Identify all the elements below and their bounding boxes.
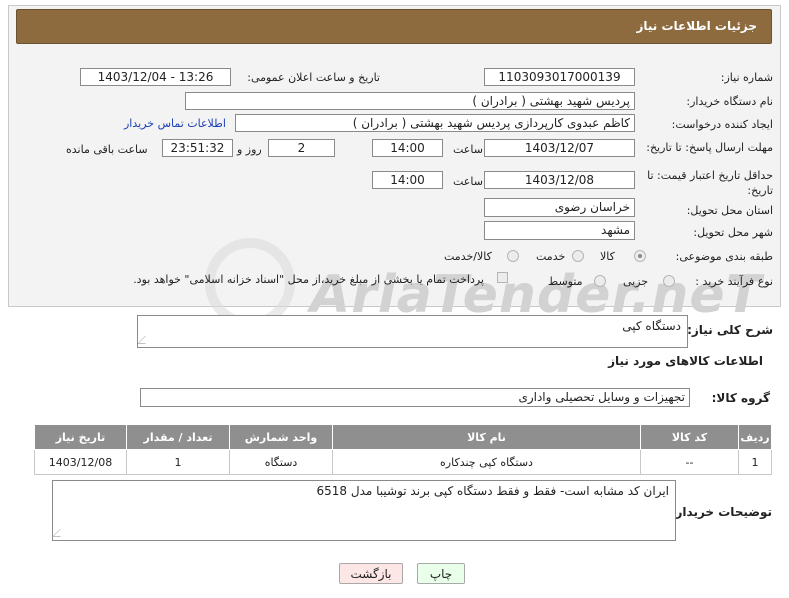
reply-time-field[interactable]: 14:00	[372, 139, 443, 157]
buyer-contact-link[interactable]: اطلاعات تماس خریدار	[124, 117, 226, 130]
province-label: استان محل تحویل:	[686, 204, 773, 217]
goods-group-field[interactable]: تجهیزات و وسایل تحصیلی واداری	[140, 388, 690, 407]
reply-deadline-label: مهلت ارسال پاسخ: تا تاریخ:	[646, 141, 773, 154]
buyer-org-label: نام دستگاه خریدار:	[686, 95, 773, 108]
purchase-type-medium-radio[interactable]	[594, 275, 606, 287]
page-title: جزئیات اطلاعات نیاز	[636, 19, 757, 33]
table-header-row: ردیف کد کالا نام کالا واحد شمارش تعداد /…	[34, 424, 772, 450]
cell-unit: دستگاه	[229, 449, 333, 475]
province-field[interactable]: خراسان رضوی	[484, 198, 635, 217]
purchase-type-medium-label: متوسط	[548, 275, 583, 288]
resize-grip-icon[interactable]	[137, 336, 153, 344]
category-service-label: خدمت	[536, 250, 566, 263]
announce-datetime-label: تاریخ و ساعت اعلان عمومی:	[247, 71, 380, 84]
purchase-type-minor-radio[interactable]	[663, 275, 675, 287]
requester-label: ایجاد کننده درخواست:	[671, 118, 773, 131]
buyer-org-field[interactable]: پردیس شهید بهشتی ( برادران )	[185, 92, 635, 110]
city-field[interactable]: مشهد	[484, 221, 635, 240]
print-button[interactable]: چاپ	[417, 563, 465, 584]
category-goods-service-radio[interactable]	[507, 250, 519, 262]
price-validity-label: حداقل تاریخ اعتبار قیمت: تا تاریخ:	[647, 169, 773, 197]
reply-date-field[interactable]: 1403/12/07	[484, 139, 635, 157]
goods-group-label: گروه کالا:	[711, 391, 770, 405]
summary-text: دستگاه کپی	[622, 319, 681, 333]
price-validity-date-field[interactable]: 1403/12/08	[484, 171, 635, 189]
resize-grip-icon[interactable]	[52, 529, 68, 537]
back-button[interactable]: بازگشت	[339, 563, 403, 584]
purchase-type-label: نوع فرآیند خرید :	[695, 275, 773, 288]
category-service-radio[interactable]	[572, 250, 584, 262]
need-number-label: شماره نیاز:	[720, 71, 773, 84]
cell-quantity: 1	[126, 449, 230, 475]
col-need-date: تاریخ نیاز	[34, 424, 127, 450]
remaining-time-label: ساعت باقی مانده	[66, 143, 148, 156]
category-goods-service-label: کالا/خدمت	[444, 250, 492, 263]
col-goods-name: نام کالا	[332, 424, 641, 450]
buyer-notes-textarea[interactable]: ایران کد مشابه است- فقط و فقط دستگاه کپی…	[52, 480, 676, 541]
summary-label: شرح کلی نیاز:	[687, 323, 773, 337]
reply-time-label: ساعت	[453, 143, 483, 156]
category-goods-radio[interactable]	[634, 250, 646, 262]
summary-textarea[interactable]: دستگاه کپی	[137, 315, 688, 348]
col-row-number: ردیف	[738, 424, 772, 450]
announce-datetime-field[interactable]: 1403/12/04 - 13:26	[80, 68, 231, 86]
cell-goods-code: --	[640, 449, 739, 475]
reply-days-label: روز و	[237, 143, 262, 156]
treasury-payment-checkbox[interactable]	[497, 272, 508, 283]
col-goods-code: کد کالا	[640, 424, 739, 450]
category-goods-label: کالا	[600, 250, 615, 263]
city-label: شهر محل تحویل:	[693, 226, 773, 239]
price-validity-time-field[interactable]: 14:00	[372, 171, 443, 189]
remaining-time-field[interactable]: 23:51:32	[162, 139, 233, 157]
col-quantity: تعداد / مقدار	[126, 424, 230, 450]
col-unit: واحد شمارش	[229, 424, 333, 450]
requester-field[interactable]: کاظم عبدوی کارپردازی پردیس شهید بهشتی ( …	[235, 114, 635, 132]
goods-table: ردیف کد کالا نام کالا واحد شمارش تعداد /…	[34, 424, 772, 475]
cell-need-date: 1403/12/08	[34, 449, 127, 475]
table-row[interactable]: 1 -- دستگاه کپی چندکاره دستگاه 1 1403/12…	[34, 449, 772, 475]
category-label: طبقه بندی موضوعی:	[675, 250, 773, 263]
need-number-field[interactable]: 1103093017000139	[484, 68, 635, 86]
cell-row-number: 1	[738, 449, 772, 475]
goods-section-title: اطلاعات کالاهای مورد نیاز	[608, 354, 763, 368]
buyer-notes-label: توضیحات خریدار:	[670, 505, 772, 519]
page-title-bar: جزئیات اطلاعات نیاز	[16, 9, 772, 44]
price-validity-time-label: ساعت	[453, 175, 483, 188]
purchase-type-minor-label: جزیی	[623, 275, 649, 288]
cell-goods-name: دستگاه کپی چندکاره	[332, 449, 641, 475]
reply-days-field[interactable]: 2	[268, 139, 335, 157]
buyer-notes-text: ایران کد مشابه است- فقط و فقط دستگاه کپی…	[316, 484, 670, 498]
treasury-payment-note: پرداخت تمام یا بخشی از مبلغ خرید،از محل …	[133, 273, 484, 286]
